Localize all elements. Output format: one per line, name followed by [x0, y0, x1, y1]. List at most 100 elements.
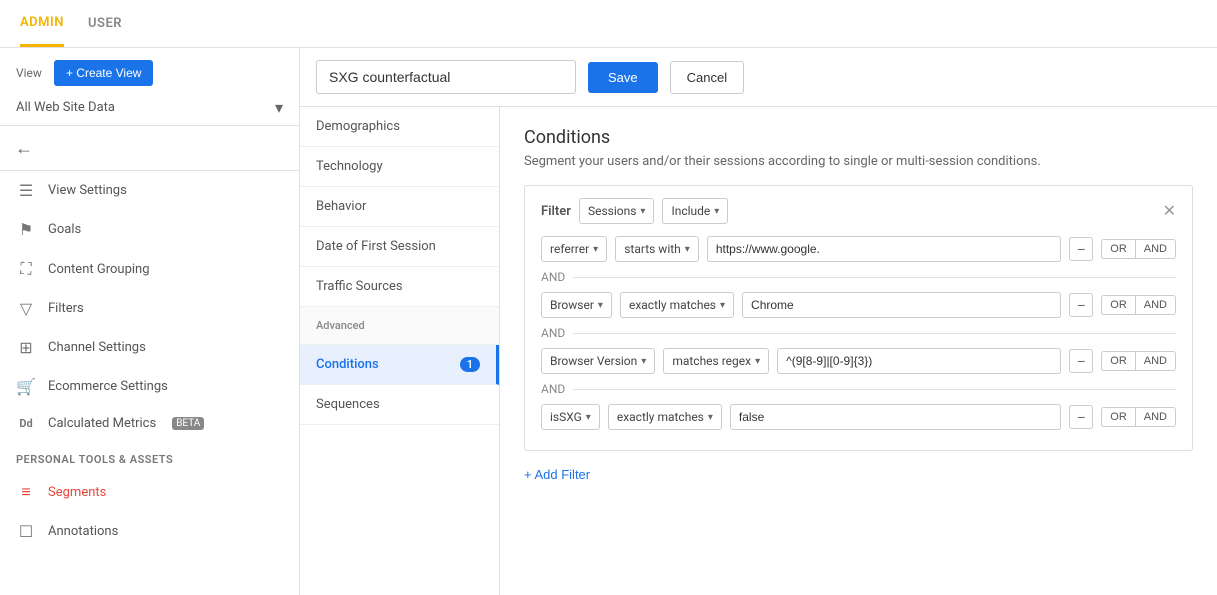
- remove-row-button-1[interactable]: −: [1069, 237, 1093, 261]
- filter-name-bar: Save Cancel: [300, 48, 1217, 107]
- sidebar-item-label: View Settings: [48, 183, 127, 198]
- and-button-2[interactable]: AND: [1135, 295, 1176, 315]
- field-dropdown-1[interactable]: referrer ▾: [541, 236, 607, 262]
- field-dropdown-4[interactable]: isSXG ▾: [541, 404, 600, 430]
- chevron-down-icon: ▾: [714, 206, 719, 217]
- segment-type-demographics[interactable]: Demographics: [300, 107, 499, 147]
- beta-badge: BETA: [172, 417, 204, 430]
- chevron-down-icon: ▾: [720, 300, 725, 311]
- create-view-button[interactable]: + Create View: [54, 60, 154, 86]
- sidebar-item-channel-settings[interactable]: ⊞ Channel Settings: [0, 328, 299, 367]
- sidebar-item-label: Calculated Metrics: [48, 416, 156, 431]
- or-and-group-1: OR AND: [1101, 239, 1176, 259]
- conditions-badge: 1: [460, 357, 480, 372]
- sidebar-item-filters[interactable]: ▽ Filters: [0, 289, 299, 328]
- view-select-row: All Web Site Data ▾: [0, 94, 299, 125]
- top-nav: ADMIN USER: [0, 0, 1217, 48]
- filter-value-input-2[interactable]: [742, 292, 1061, 318]
- sidebar-item-annotations[interactable]: ☐ Annotations: [0, 512, 299, 551]
- sidebar-item-segments[interactable]: ≡ Segments: [0, 472, 299, 512]
- or-button-1[interactable]: OR: [1101, 239, 1135, 259]
- field-dropdown-2[interactable]: Browser ▾: [541, 292, 612, 318]
- filter-block: Filter Sessions ▾ Include ▾ ✕: [524, 185, 1193, 451]
- sidebar-item-goals[interactable]: ⚑ Goals: [0, 210, 299, 249]
- or-button-4[interactable]: OR: [1101, 407, 1135, 427]
- sidebar-item-ecommerce-settings[interactable]: 🛒 Ecommerce Settings: [0, 367, 299, 406]
- segment-type-traffic-sources[interactable]: Traffic Sources: [300, 267, 499, 307]
- tab-user[interactable]: USER: [88, 2, 122, 45]
- chevron-down-icon: ▾: [685, 244, 690, 255]
- conditions-title: Conditions: [524, 127, 1193, 148]
- sidebar-item-label: Segments: [48, 485, 106, 500]
- view-settings-icon: ☰: [16, 181, 36, 200]
- operator-dropdown-3[interactable]: matches regex ▾: [663, 348, 769, 374]
- view-select-dropdown[interactable]: All Web Site Data ▾: [16, 98, 283, 117]
- and-button-3[interactable]: AND: [1135, 351, 1176, 371]
- chevron-down-icon: ▾: [598, 300, 603, 311]
- include-dropdown[interactable]: Include ▾: [662, 198, 728, 224]
- sidebar-item-calculated-metrics[interactable]: Dd Calculated Metrics BETA: [0, 406, 299, 441]
- include-selected: Include: [671, 204, 710, 218]
- operator-dropdown-1[interactable]: starts with ▾: [615, 236, 699, 262]
- filter-value-input-1[interactable]: [707, 236, 1061, 262]
- remove-row-button-3[interactable]: −: [1069, 349, 1093, 373]
- and-button-1[interactable]: AND: [1135, 239, 1176, 259]
- sidebar-item-content-grouping[interactable]: ⛶ Content Grouping: [0, 249, 299, 289]
- or-and-group-4: OR AND: [1101, 407, 1176, 427]
- back-button[interactable]: ←: [8, 132, 40, 164]
- chevron-down-icon: ▾: [755, 356, 760, 367]
- field-selected-2: Browser: [550, 298, 594, 312]
- remove-row-button-4[interactable]: −: [1069, 405, 1093, 429]
- filter-close-button[interactable]: ✕: [1163, 201, 1176, 221]
- filter-value-input-3[interactable]: [777, 348, 1061, 374]
- right-inner: Demographics Technology Behavior Date of…: [300, 107, 1217, 595]
- cancel-button[interactable]: Cancel: [670, 61, 744, 94]
- calculated-icon: Dd: [16, 417, 36, 430]
- segment-types-panel: Demographics Technology Behavior Date of…: [300, 107, 500, 595]
- segment-type-technology[interactable]: Technology: [300, 147, 499, 187]
- sidebar-item-label: Content Grouping: [48, 262, 150, 277]
- annotations-icon: ☐: [16, 522, 36, 541]
- filter-name-input[interactable]: [316, 60, 576, 94]
- conditions-label: Conditions: [316, 357, 379, 372]
- chevron-down-icon: ▾: [640, 206, 645, 217]
- sidebar-item-label: Goals: [48, 222, 81, 237]
- channel-icon: ⊞: [16, 338, 36, 357]
- and-separator-1: AND: [541, 270, 1176, 284]
- and-separator-2: AND: [541, 326, 1176, 340]
- operator-dropdown-2[interactable]: exactly matches ▾: [620, 292, 734, 318]
- ecommerce-icon: 🛒: [16, 377, 36, 396]
- sidebar-item-label: Ecommerce Settings: [48, 379, 168, 394]
- scope-dropdown[interactable]: Sessions ▾: [579, 198, 655, 224]
- or-button-2[interactable]: OR: [1101, 295, 1135, 315]
- filter-value-input-4[interactable]: [730, 404, 1061, 430]
- segment-type-sequences[interactable]: Sequences: [300, 385, 499, 425]
- add-filter-button[interactable]: + Add Filter: [524, 459, 590, 490]
- view-select-text: All Web Site Data: [16, 100, 115, 115]
- operator-dropdown-4[interactable]: exactly matches ▾: [608, 404, 722, 430]
- segment-type-behavior[interactable]: Behavior: [300, 187, 499, 227]
- field-dropdown-3[interactable]: Browser Version ▾: [541, 348, 655, 374]
- and-separator-3: AND: [541, 382, 1176, 396]
- advanced-label: Advanced: [300, 307, 499, 345]
- right-panel: Save Cancel Demographics Technology Beha…: [300, 48, 1217, 595]
- and-button-4[interactable]: AND: [1135, 407, 1176, 427]
- field-selected-4: isSXG: [550, 410, 582, 424]
- filter-row-2: Browser ▾ exactly matches ▾ − OR AND: [541, 292, 1176, 318]
- conditions-description: Segment your users and/or their sessions…: [524, 154, 1193, 169]
- chevron-down-icon: ▾: [641, 356, 646, 367]
- sidebar-item-view-settings[interactable]: ☰ View Settings: [0, 171, 299, 210]
- operator-selected-4: exactly matches: [617, 410, 704, 424]
- scope-selected: Sessions: [588, 204, 636, 218]
- filters-icon: ▽: [16, 299, 36, 318]
- segment-type-date-of-first-session[interactable]: Date of First Session: [300, 227, 499, 267]
- tab-admin[interactable]: ADMIN: [20, 1, 64, 47]
- remove-row-button-2[interactable]: −: [1069, 293, 1093, 317]
- or-button-3[interactable]: OR: [1101, 351, 1135, 371]
- segment-type-conditions[interactable]: Conditions 1: [300, 345, 499, 385]
- sidebar-item-label: Channel Settings: [48, 340, 146, 355]
- filter-label: Filter: [541, 204, 571, 219]
- filter-row-4: isSXG ▾ exactly matches ▾ − OR AND: [541, 404, 1176, 430]
- save-button[interactable]: Save: [588, 62, 658, 93]
- or-and-group-2: OR AND: [1101, 295, 1176, 315]
